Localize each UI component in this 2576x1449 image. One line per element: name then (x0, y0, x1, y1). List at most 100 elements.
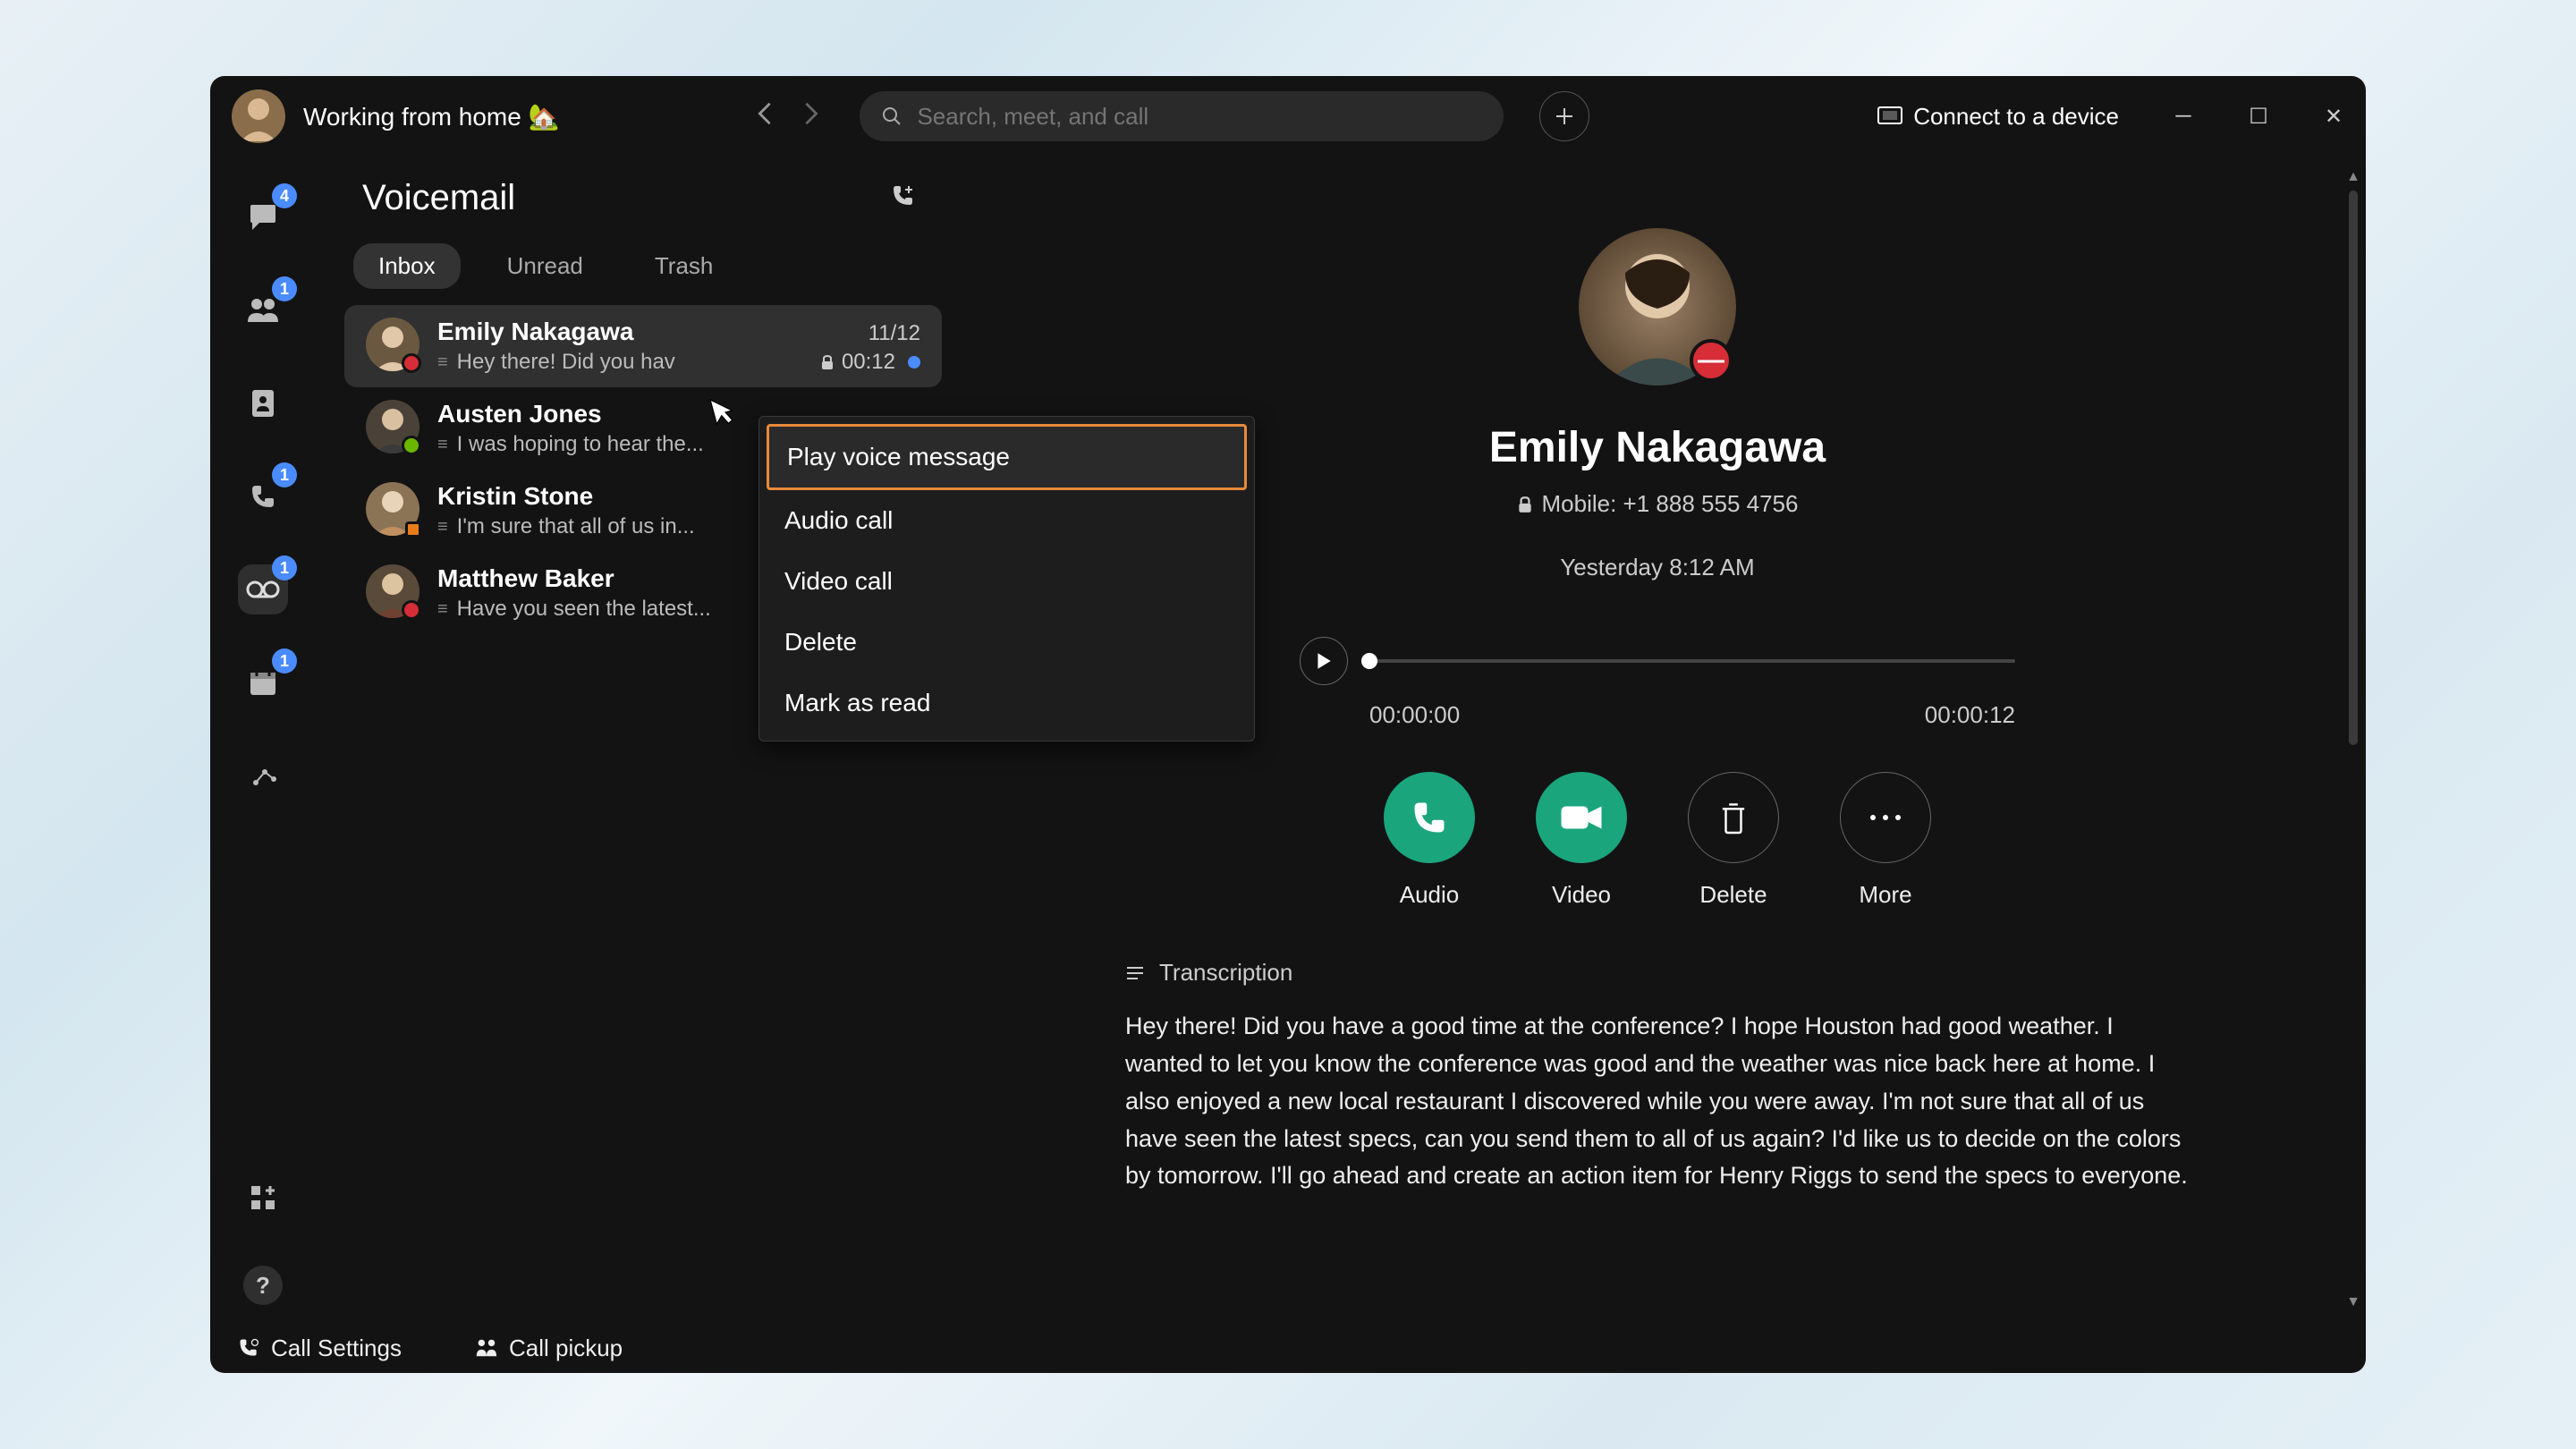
profile-avatar[interactable]: — (1579, 228, 1736, 386)
nav-back-button[interactable] (756, 101, 774, 132)
connect-device-button[interactable]: Connect to a device (1877, 103, 2119, 131)
profile-phone: Mobile: +1 888 555 4756 (1517, 490, 1799, 518)
address-book-icon (249, 388, 277, 419)
action-row: Audio Video Delete (1384, 772, 1931, 909)
menu-video-call[interactable]: Video call (767, 551, 1247, 612)
rail-community[interactable]: 1 (238, 285, 288, 335)
user-avatar[interactable] (232, 89, 285, 143)
tab-trash[interactable]: Trash (630, 243, 739, 289)
contact-name: Emily Nakagawa (437, 318, 633, 346)
people-icon (246, 295, 280, 326)
audio-call-button[interactable]: Audio (1384, 772, 1475, 909)
nav-forward-button[interactable] (802, 101, 820, 132)
voicemail-preview: Hey there! Did you hav (437, 350, 675, 375)
insights-icon (249, 761, 277, 790)
voicemail-preview: I was hoping to hear the... (437, 432, 704, 457)
video-icon (1559, 801, 1604, 834)
window-controls: ─ ☐ ✕ (2173, 104, 2344, 130)
menu-play-voice-message[interactable]: Play voice message (767, 424, 1247, 490)
total-time: 00:00:12 (1925, 701, 2015, 729)
apps-icon (250, 1184, 276, 1211)
transcript-icon (1125, 965, 1145, 981)
lock-icon (820, 354, 835, 370)
tab-inbox[interactable]: Inbox (353, 243, 461, 289)
rail-calls[interactable]: 1 (238, 471, 288, 521)
call-settings-link[interactable]: Call Settings (237, 1335, 402, 1362)
transcription-text: Hey there! Did you have a good time at t… (1125, 1008, 2190, 1195)
contact-name: Kristin Stone (437, 482, 593, 511)
contact-avatar (366, 318, 419, 371)
make-call-button[interactable] (890, 182, 917, 214)
call-pickup-icon (473, 1336, 498, 1360)
presence-indicator (402, 600, 421, 620)
close-button[interactable]: ✕ (2323, 104, 2344, 130)
transcription-section: Transcription Hey there! Did you have a … (1125, 959, 2190, 1195)
voicemail-list-panel: Voicemail Inbox Unread Trash (316, 157, 949, 1323)
menu-mark-as-read[interactable]: Mark as read (767, 673, 1247, 733)
slider-thumb[interactable] (1361, 653, 1377, 669)
transcription-header: Transcription (1159, 959, 1292, 987)
unread-indicator (908, 356, 920, 369)
context-menu: Play voice message Audio call Video call… (758, 416, 1255, 741)
menu-audio-call[interactable]: Audio call (767, 490, 1247, 551)
new-meet-button[interactable] (1539, 91, 1589, 141)
help-icon: ? (256, 1272, 270, 1300)
maximize-button[interactable]: ☐ (2248, 104, 2269, 130)
teams-badge: 1 (272, 276, 297, 301)
rail-calendar[interactable]: 1 (238, 657, 288, 708)
search-input[interactable] (917, 103, 1482, 131)
title-bar: Working from home 🏡 Connect to a device … (210, 76, 2366, 157)
contact-name: Austen Jones (437, 400, 602, 428)
playback-row (1300, 637, 2015, 685)
play-button[interactable] (1300, 637, 1348, 685)
phone-icon (249, 482, 277, 511)
voicemail-item[interactable]: Emily Nakagawa 11/12 Hey there! Did you … (344, 305, 942, 387)
voicemail-duration: 00:12 (820, 350, 920, 375)
tab-row: Inbox Unread Trash (337, 243, 949, 289)
search-box[interactable] (860, 91, 1504, 141)
main-body: 4 1 1 1 1 (210, 157, 2366, 1323)
call-pickup-link[interactable]: Call pickup (473, 1335, 623, 1362)
presence-status-text[interactable]: Working from home 🏡 (303, 102, 559, 131)
contact-name: Matthew Baker (437, 564, 614, 593)
presence-indicator (405, 521, 421, 538)
contact-avatar (366, 400, 419, 453)
rail-insights[interactable] (238, 750, 288, 801)
phone-icon (1410, 798, 1449, 837)
presence-indicator (402, 353, 421, 373)
chat-icon (247, 201, 279, 233)
rail-voicemail[interactable]: 1 (238, 564, 288, 614)
phone-settings-icon (237, 1336, 260, 1360)
playback-slider[interactable] (1369, 659, 2015, 663)
rail-chat[interactable]: 4 (238, 192, 288, 242)
device-icon (1877, 106, 1902, 126)
scrollbar[interactable]: ▲ ▼ (2344, 169, 2362, 1310)
lock-icon (1517, 496, 1533, 513)
presence-indicator: — (1690, 339, 1733, 382)
voicemail-badge: 1 (272, 555, 297, 580)
voicemail-date: 11/12 (869, 321, 920, 346)
menu-delete[interactable]: Delete (767, 612, 1247, 673)
contact-avatar (366, 482, 419, 536)
footer-bar: Call Settings Call pickup (210, 1323, 2366, 1373)
voicemail-preview: Have you seen the latest... (437, 597, 711, 622)
trash-icon (1718, 800, 1749, 835)
tab-unread[interactable]: Unread (482, 243, 608, 289)
delete-button[interactable]: Delete (1688, 772, 1779, 909)
contact-avatar (366, 564, 419, 618)
more-button[interactable]: More (1840, 772, 1931, 909)
rail-apps[interactable] (238, 1173, 288, 1223)
panel-title: Voicemail (362, 178, 515, 218)
profile-name: Emily Nakagawa (1489, 423, 1826, 472)
search-icon (881, 106, 902, 127)
video-call-button[interactable]: Video (1536, 772, 1627, 909)
rail-help[interactable]: ? (243, 1266, 283, 1305)
rail-contacts[interactable] (238, 378, 288, 428)
minimize-button[interactable]: ─ (2173, 104, 2194, 130)
app-window: Working from home 🏡 Connect to a device … (210, 76, 2366, 1373)
elapsed-time: 00:00:00 (1369, 701, 1460, 729)
calendar-icon (248, 667, 278, 698)
calls-badge: 1 (272, 462, 297, 487)
more-icon (1868, 813, 1903, 822)
voicemail-icon (245, 578, 281, 601)
